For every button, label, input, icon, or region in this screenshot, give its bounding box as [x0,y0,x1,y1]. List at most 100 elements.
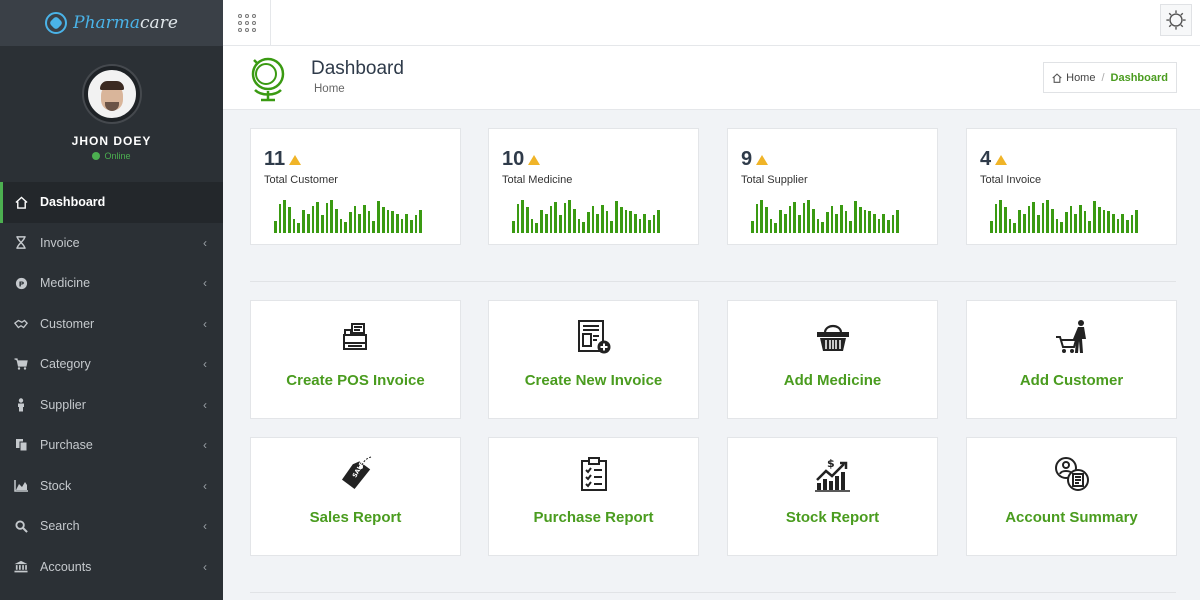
sparkline-bar [868,211,871,233]
sparkline-bar [391,211,394,233]
sparkline-bar [516,204,520,233]
sparkline-bar [1060,221,1063,233]
page-subtitle: Home [314,83,345,95]
home-icon [1052,72,1062,83]
sparkline-bar [320,215,324,233]
sparkline-bar [760,200,764,233]
sparkline-bar [400,218,404,233]
sparkline-bar [330,200,333,233]
sidebar-item-search[interactable]: Search ‹ [0,506,223,547]
stat-card-supplier[interactable]: 9 Total Supplier [727,128,938,245]
breadcrumb-home-label: Home [1066,71,1096,84]
sidebar-item-stock[interactable]: Stock ‹ [0,466,223,507]
sparkline-bar [882,214,885,233]
chevron-left-icon: ‹ [203,235,207,250]
sidebar-item-customer[interactable]: Customer ‹ [0,304,223,345]
sparkline-bar [377,201,380,233]
sparkline-bar [521,200,525,233]
action-label: Add Customer [1019,372,1124,389]
add-medicine-card[interactable]: Add Medicine [727,300,938,419]
settings-button[interactable] [1160,4,1192,36]
breadcrumb-home[interactable]: Home [1052,72,1095,84]
shopper-cart-icon [1052,317,1092,357]
chevron-left-icon: ‹ [203,316,207,331]
sparkline-bar [572,209,576,233]
sparkline-bar [811,209,815,233]
sparkline-bar [302,210,305,233]
sparkline-bar [1013,222,1017,233]
sparkline-bar [755,204,759,233]
sales-report-card[interactable]: SALE Sales Report [250,437,461,556]
sparkline-bar [638,218,642,233]
account-summary-card[interactable]: Account Summary [966,437,1177,556]
sparkline-bar [652,215,656,233]
sparkline-bar [1097,207,1101,233]
stock-report-card[interactable]: $ Stock Report [727,437,938,556]
user-profile: JHON DOEY Online [0,46,223,182]
sparkline-bar [395,214,399,233]
sidebar-item-category[interactable]: Category ‹ [0,344,223,385]
sparkline-chart [990,200,1155,233]
sparkline-bar [544,214,548,233]
sidebar-item-label: Dashboard [40,195,106,210]
sidebar-item-medicine[interactable]: P Medicine ‹ [0,263,223,304]
sidebar-item-label: Invoice [40,235,80,250]
sparkline-bar [409,219,413,233]
sparkline-bar [419,210,422,233]
copy-icon [14,438,28,452]
person-icon [14,398,28,412]
sparkline-bar [292,218,296,233]
sparkline-bar [358,214,362,233]
sidebar-item-supplier[interactable]: Supplier ‹ [0,385,223,426]
sidebar-item-invoice[interactable]: Invoice ‹ [0,223,223,264]
sidebar-item-accounts[interactable]: Accounts ‹ [0,547,223,588]
sparkline-bar [793,202,796,233]
stat-card-medicine[interactable]: 10 Total Medicine [488,128,699,245]
action-label: Create New Invoice [524,372,663,389]
sidebar-item-label: Customer [40,316,95,331]
purchase-report-card[interactable]: Purchase Report [488,437,699,556]
logo[interactable]: Pharmacare [0,0,223,46]
sparkline-bar [629,211,632,233]
avatar[interactable] [83,66,140,122]
sparkline-bar [1135,210,1138,233]
stat-card-customer[interactable]: 11 Total Customer [250,128,461,245]
globe-icon [251,57,285,102]
sparkline-bar [896,210,899,233]
sparkline-bar [558,215,562,233]
handshake-icon [14,317,28,331]
cart-icon [14,357,28,371]
sparkline-bar [1018,210,1021,233]
sidebar-item-purchase[interactable]: Purchase ‹ [0,425,223,466]
section-divider [250,592,1176,593]
sparkline-bar [643,214,646,233]
sparkline-bar [1074,214,1078,233]
chevron-left-icon: ‹ [203,519,207,534]
sparkline-chart [751,200,916,233]
sparkline-bar [363,205,366,233]
sparkline-bar [381,207,385,233]
sidebar-item-dashboard[interactable]: Dashboard [0,182,223,223]
sparkline-bar [1036,215,1040,233]
sparkline-bar [288,207,291,233]
stat-label: Total Invoice [980,174,1042,186]
stat-card-invoice[interactable]: 4 Total Invoice [966,128,1177,245]
user-status: Online [92,151,131,161]
sparkline-bar [1079,205,1082,233]
create-pos-invoice-card[interactable]: Create POS Invoice [250,300,461,419]
hourglass-icon [14,236,28,250]
sparkline-bar [1065,212,1068,233]
add-customer-card[interactable]: Add Customer [966,300,1177,419]
create-new-invoice-card[interactable]: Create New Invoice [488,300,699,419]
sparkline-bar [278,204,282,233]
trend-up-icon [289,154,302,165]
sparkline-bar [367,211,371,233]
sparkline-bar [339,218,343,233]
sparkline-bar [582,221,585,233]
sidebar: Pharmacare JHON DOEY Online Dashboard In… [0,0,223,600]
user-status-label: Online [104,151,131,161]
sparkline-bar [1050,209,1054,233]
sparkline-bar [797,215,801,233]
logo-icon [45,12,68,34]
apps-grid-icon[interactable] [223,0,271,46]
